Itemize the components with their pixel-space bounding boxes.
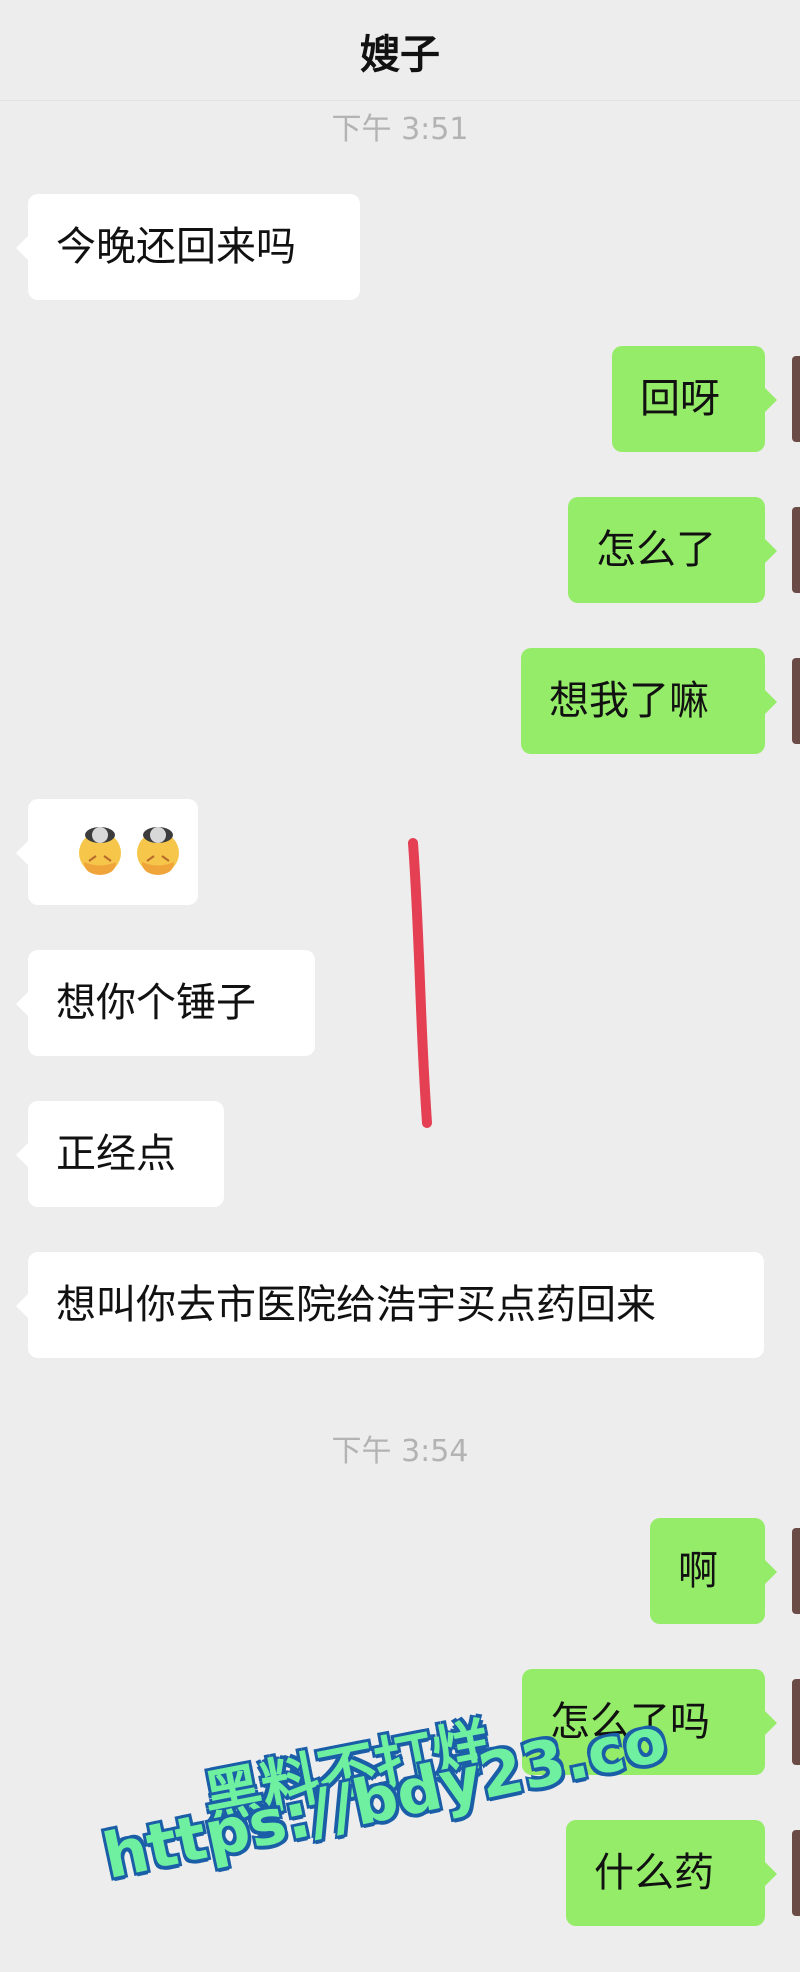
message-bubble[interactable]: 今晚还回来吗 <box>16 194 360 300</box>
timestamp-1: 下午 3:51 <box>331 112 469 147</box>
avatar[interactable] <box>792 356 800 442</box>
message-bubble[interactable]: 回呀 <box>612 346 777 452</box>
message-bubble-emoji[interactable] <box>16 799 198 905</box>
message-text: 啊 <box>678 1548 718 1594</box>
message-text: 今晚还回来吗 <box>56 224 296 270</box>
message-bubble[interactable]: 怎么了 <box>568 497 777 603</box>
message-bubble[interactable]: 想我了嘛 <box>521 648 777 754</box>
message-bubble[interactable]: 想叫你去市医院给浩宇买点药回来 <box>16 1252 764 1358</box>
message-bubble[interactable]: 正经点 <box>16 1101 224 1207</box>
message-text: 怎么了 <box>596 527 716 573</box>
message-text: 什么药 <box>594 1850 714 1896</box>
message-text: 想你个锤子 <box>56 980 256 1026</box>
emoji-pair <box>72 815 192 889</box>
message-text: 想我了嘛 <box>549 678 709 724</box>
avatar[interactable] <box>792 658 800 744</box>
red-annotation-line <box>408 838 432 1128</box>
message-bubble[interactable]: 想你个锤子 <box>16 950 315 1056</box>
chat-header: 嫂子 <box>0 0 800 101</box>
contact-name: 嫂子 <box>360 32 440 78</box>
message-bubble[interactable]: 啊 <box>650 1518 777 1624</box>
message-text: 正经点 <box>56 1131 176 1177</box>
avatar[interactable] <box>792 1679 800 1765</box>
timestamp-2: 下午 3:54 <box>331 1434 469 1469</box>
message-text: 回呀 <box>640 376 720 422</box>
avatar[interactable] <box>792 1528 800 1614</box>
facepalm-emoji-icon <box>79 827 179 875</box>
message-text: 想叫你去市医院给浩宇买点药回来 <box>56 1282 656 1328</box>
avatar[interactable] <box>792 507 800 593</box>
avatar[interactable] <box>792 1830 800 1916</box>
message-bubble[interactable]: 什么药 <box>566 1820 777 1926</box>
